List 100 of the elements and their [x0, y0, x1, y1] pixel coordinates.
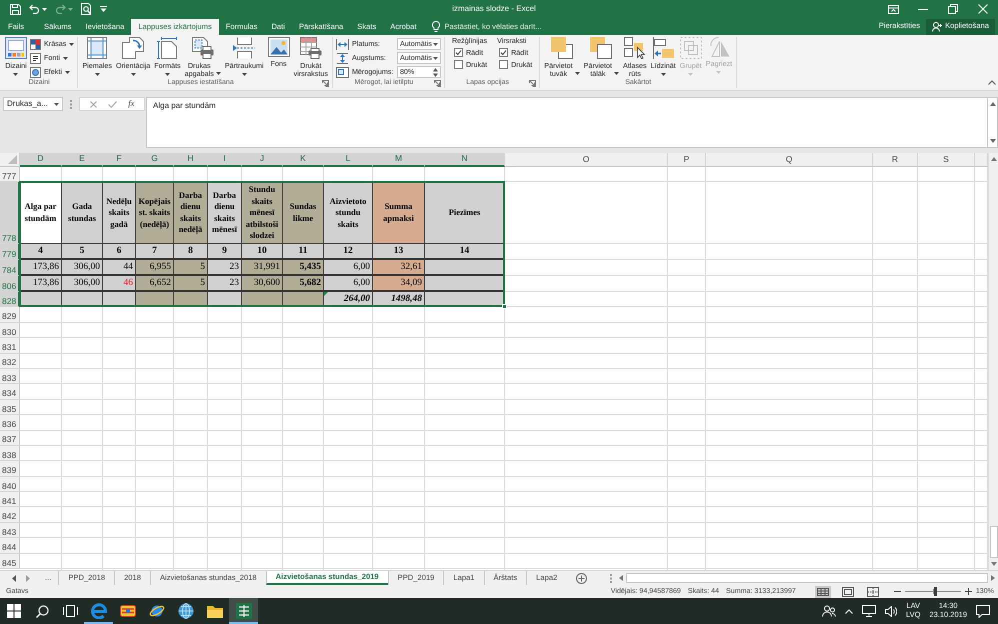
- add-sheet-icon[interactable]: [576, 572, 588, 584]
- print-preview-icon[interactable]: [81, 3, 92, 15]
- caret-icon[interactable]: [54, 102, 59, 106]
- volume-icon[interactable]: [885, 606, 897, 616]
- scroll-right-icon[interactable]: [991, 575, 995, 581]
- row-header[interactable]: 834: [0, 384, 20, 400]
- scrollbar-thumb[interactable]: [626, 573, 988, 583]
- row-header[interactable]: 831: [0, 338, 20, 354]
- row-header[interactable]: 828: [0, 292, 20, 308]
- checkbox[interactable]: [499, 60, 508, 70]
- column-header[interactable]: O: [505, 153, 668, 167]
- column-header[interactable]: P: [668, 153, 706, 167]
- caret-icon[interactable]: [164, 73, 170, 76]
- taskbar-button[interactable]: [229, 598, 258, 624]
- notifications-icon[interactable]: [976, 604, 990, 618]
- row-header[interactable]: 835: [0, 400, 20, 416]
- scroll-left-icon[interactable]: [619, 575, 623, 581]
- column-header[interactable]: I: [208, 153, 242, 167]
- people-icon[interactable]: [822, 605, 836, 617]
- caret-icon[interactable]: [242, 73, 247, 76]
- caret-icon[interactable]: [432, 56, 438, 60]
- name-box[interactable]: Drukas_a...: [3, 97, 63, 111]
- row-header[interactable]: 836: [0, 415, 20, 431]
- scrollbar-thumb[interactable]: [990, 526, 998, 558]
- column-header[interactable]: L: [324, 153, 373, 167]
- row-header[interactable]: 830: [0, 322, 20, 338]
- customize-icon[interactable]: [100, 6, 107, 12]
- launcher-icon[interactable]: [322, 80, 329, 87]
- column-header[interactable]: R: [873, 153, 918, 167]
- spinner-icon[interactable]: [432, 68, 438, 76]
- caret-icon[interactable]: [69, 42, 74, 46]
- caret-icon[interactable]: [216, 72, 221, 76]
- scrollbar[interactable]: [988, 97, 998, 148]
- minimize-icon[interactable]: [918, 8, 928, 10]
- zoom-in-icon[interactable]: [964, 588, 972, 595]
- chevron-up-icon[interactable]: [845, 608, 853, 614]
- undo-icon[interactable]: [29, 4, 40, 14]
- caret-icon[interactable]: [130, 73, 136, 76]
- caret-icon[interactable]: [432, 42, 438, 46]
- collapse-icon[interactable]: [988, 80, 996, 85]
- windows-logo-icon[interactable]: [7, 604, 21, 618]
- column-header[interactable]: J: [242, 153, 283, 167]
- row-header[interactable]: 784: [0, 260, 20, 276]
- cancel-icon[interactable]: [90, 100, 97, 108]
- save-icon[interactable]: [10, 4, 21, 14]
- column-header[interactable]: M: [373, 153, 425, 167]
- normal-view-icon[interactable]: [814, 586, 831, 598]
- enter-icon[interactable]: [108, 100, 117, 108]
- page-layout-icon[interactable]: [840, 586, 856, 598]
- checkbox[interactable]: [454, 60, 463, 70]
- checkbox[interactable]: [499, 48, 508, 58]
- caret-icon[interactable]: [94, 73, 100, 76]
- row-header[interactable]: 779: [0, 244, 20, 260]
- row-header[interactable]: 806: [0, 276, 20, 292]
- checkbox[interactable]: [454, 48, 463, 58]
- caret-icon[interactable]: [64, 70, 70, 74]
- column-header[interactable]: S: [918, 153, 975, 167]
- row-header[interactable]: 840: [0, 476, 20, 492]
- caret-icon[interactable]: [62, 56, 68, 60]
- column-header[interactable]: H: [174, 153, 208, 167]
- row-header[interactable]: 842: [0, 507, 20, 523]
- scroll-down-icon[interactable]: [990, 562, 996, 566]
- row-header[interactable]: 833: [0, 368, 20, 384]
- column-header[interactable]: N: [425, 153, 505, 167]
- ribbon-options-icon[interactable]: [888, 4, 898, 14]
- caret-icon[interactable]: [42, 8, 47, 10]
- vertical-scrollbar[interactable]: [988, 153, 998, 570]
- page-break-preview-icon[interactable]: [864, 586, 881, 598]
- column-header[interactable]: F: [103, 153, 136, 167]
- caret-icon[interactable]: [574, 72, 580, 76]
- launcher-icon[interactable]: [529, 80, 536, 86]
- formula-field[interactable]: Alga par stundām: [146, 97, 988, 148]
- row-header[interactable]: 841: [0, 492, 20, 508]
- row-header[interactable]: 832: [0, 354, 20, 369]
- lightbulb-icon[interactable]: [432, 21, 440, 32]
- row-header[interactable]: 838: [0, 446, 20, 462]
- row-header[interactable]: 777: [0, 167, 20, 182]
- row-header[interactable]: 837: [0, 430, 20, 446]
- column-header[interactable]: E: [62, 153, 103, 167]
- close-icon[interactable]: [978, 4, 988, 14]
- caret-icon[interactable]: [614, 72, 620, 76]
- search-icon[interactable]: [36, 604, 48, 618]
- row-header[interactable]: 843: [0, 522, 20, 538]
- caret-icon[interactable]: [660, 73, 666, 76]
- scroll-up-icon[interactable]: [990, 102, 996, 106]
- column-header[interactable]: K: [283, 153, 324, 167]
- slider-thumb[interactable]: [934, 587, 938, 596]
- insert-function-button[interactable]: fx: [128, 99, 134, 109]
- task-view-icon[interactable]: [62, 605, 78, 617]
- row-header[interactable]: 839: [0, 461, 20, 477]
- restore-icon[interactable]: [948, 4, 958, 14]
- column-header[interactable]: Q: [706, 153, 873, 167]
- row-header[interactable]: 778: [0, 182, 20, 244]
- previous-sheet-icon[interactable]: [12, 574, 16, 582]
- row-header[interactable]: 845: [0, 554, 20, 570]
- caret-icon[interactable]: [13, 73, 18, 76]
- column-header[interactable]: D: [20, 153, 62, 167]
- row-header[interactable]: 829: [0, 307, 20, 323]
- fill-handle[interactable]: [502, 304, 507, 310]
- launcher-icon[interactable]: [434, 80, 441, 86]
